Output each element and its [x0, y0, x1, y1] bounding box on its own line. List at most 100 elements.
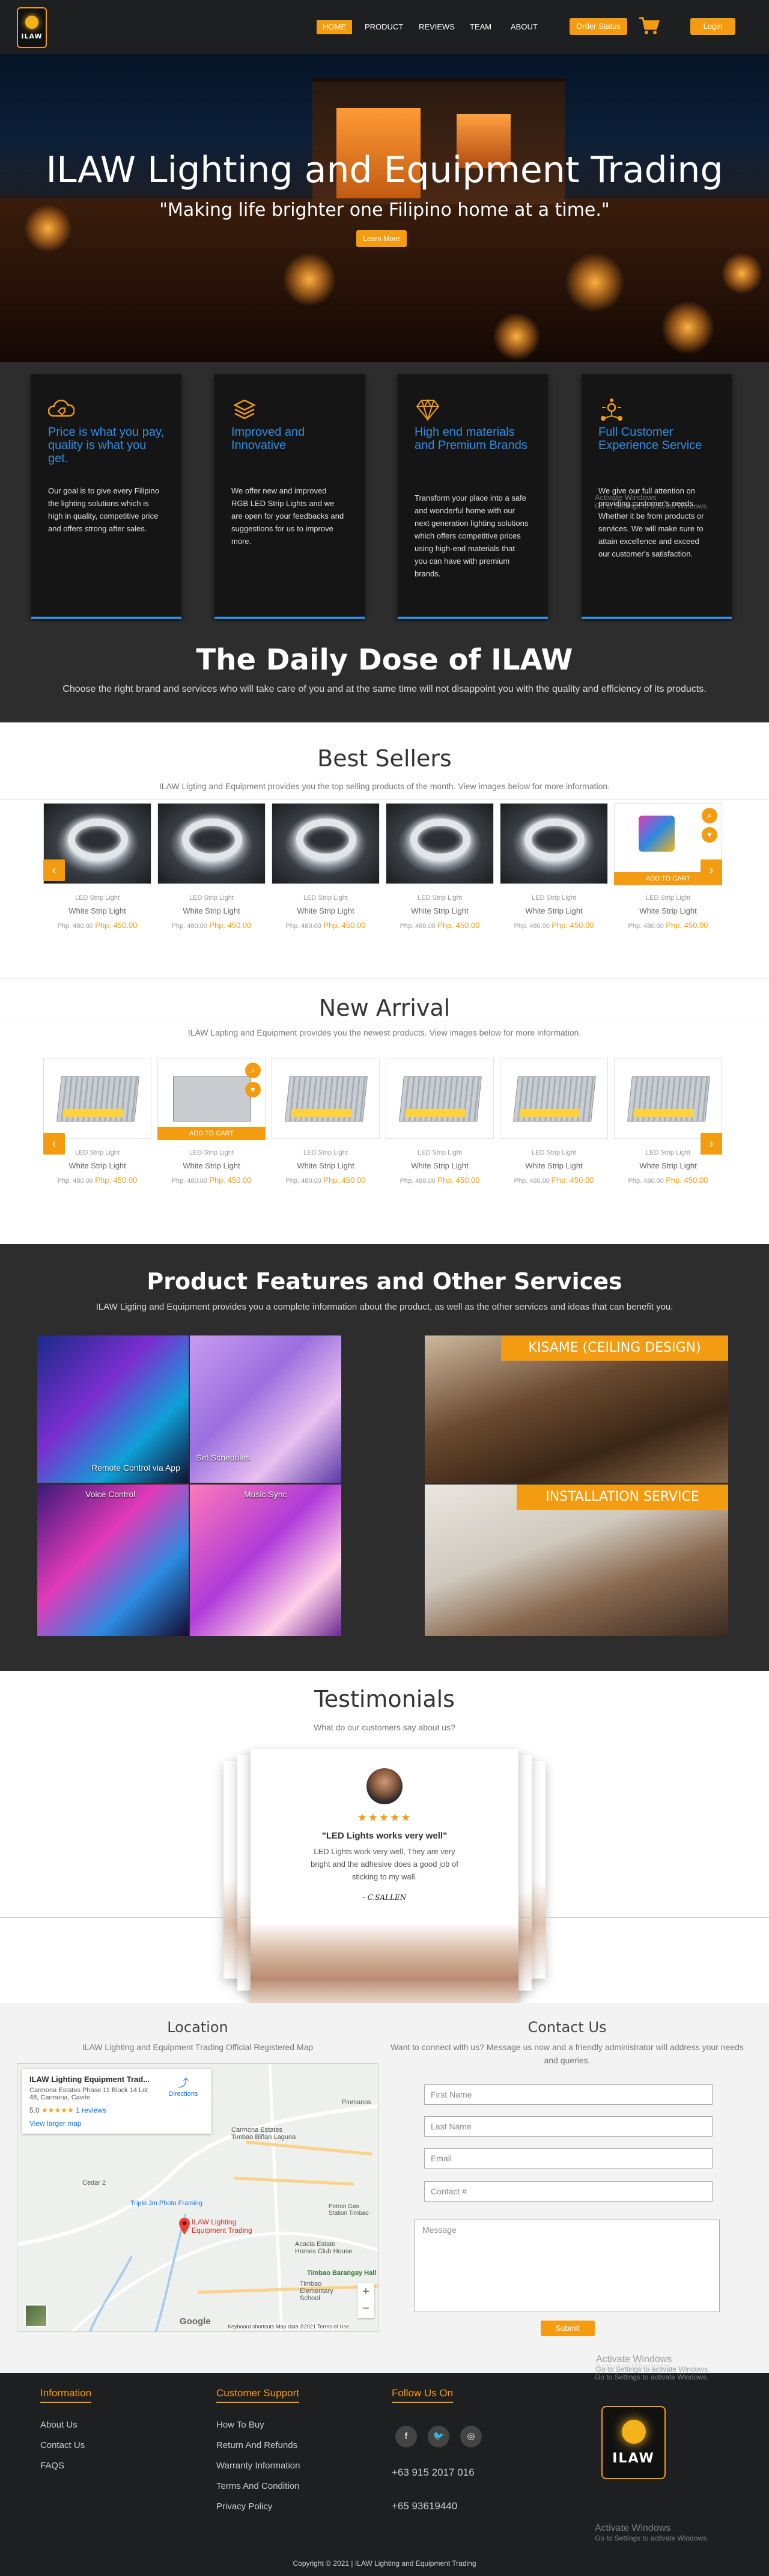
footer-link[interactable]: Privacy Policy: [216, 2501, 272, 2512]
carousel-prev-button[interactable]: ‹: [43, 859, 65, 881]
location-contact-section: Location ILAW Lighting and Equipment Tra…: [0, 2003, 769, 2373]
search-icon[interactable]: ⌕: [702, 808, 717, 823]
best-sellers-title: Best Sellers: [317, 745, 452, 772]
map-zoom-control[interactable]: + −: [357, 2283, 374, 2318]
zoom-out-button[interactable]: −: [357, 2300, 374, 2317]
order-status-button[interactable]: Order Status: [570, 18, 627, 35]
footer-information-heading: Information: [40, 2387, 92, 2403]
product-name[interactable]: White Strip Light: [43, 1161, 151, 1170]
product-card[interactable]: LED Strip Light White Strip Light Php. 480…: [500, 803, 608, 953]
nav-product[interactable]: PRODUCT: [359, 20, 409, 34]
old-price: Php. 480.00: [57, 1177, 93, 1185]
product-price: Php. 480.00 Php. 450.00: [386, 921, 494, 930]
product-name[interactable]: White Strip Light: [386, 1161, 494, 1170]
product-image[interactable]: [272, 803, 380, 884]
product-image[interactable]: [500, 803, 608, 884]
submit-button[interactable]: Submit: [541, 2321, 595, 2336]
message-field[interactable]: Message: [415, 2220, 720, 2312]
product-price: Php. 480.00 Php. 450.00: [614, 1176, 722, 1185]
contact-number-field[interactable]: Contact #: [424, 2181, 713, 2202]
footer: Information About Us Contact Us FAQS Cus…: [0, 2362, 769, 2576]
product-image[interactable]: [386, 803, 494, 884]
login-button[interactable]: Login: [690, 18, 735, 35]
product-name[interactable]: White Strip Light: [157, 906, 266, 915]
product-image[interactable]: [272, 1058, 380, 1139]
instagram-icon[interactable]: ◎: [460, 2426, 482, 2447]
footer-link[interactable]: FAQS: [40, 2461, 64, 2471]
product-name[interactable]: White Strip Light: [272, 906, 380, 915]
product-name[interactable]: White Strip Light: [157, 1161, 266, 1170]
product-card[interactable]: LED Strip Light White Strip Light Php. 480…: [386, 803, 494, 953]
map-footer-text[interactable]: Keyboard shortcuts: [228, 2324, 275, 2330]
hero-light: [661, 301, 715, 355]
feature-title: Full Customer Experience Service: [598, 426, 702, 452]
footer-link[interactable]: Return And Refunds: [216, 2440, 297, 2450]
product-card[interactable]: LED Strip Light White Strip Light Php. 480…: [157, 803, 266, 953]
footer-link[interactable]: About Us: [40, 2420, 78, 2430]
product-category: LED Strip Light: [418, 894, 462, 902]
cart-icon[interactable]: [638, 16, 660, 36]
directions-button[interactable]: ⤴ Directions: [165, 2075, 201, 2098]
product-card[interactable]: LED Strip Light White Strip Light Php. 480…: [272, 803, 380, 953]
carousel-next-button[interactable]: ›: [701, 1133, 722, 1155]
feature-tile[interactable]: Music Sync: [190, 1485, 341, 1636]
add-to-cart-button[interactable]: ADD TO CART: [157, 1127, 266, 1140]
product-image[interactable]: [43, 1058, 151, 1139]
feature-tile[interactable]: Remote Control via App: [37, 1335, 189, 1483]
satellite-toggle[interactable]: [25, 2304, 47, 2327]
daily-subtitle: Choose the right brand and services who …: [62, 684, 707, 694]
map-label: Petron Gas Station Timbao: [329, 2203, 369, 2217]
product-card[interactable]: LED Strip Light White Strip Light Php. 480…: [500, 1058, 608, 1208]
installation-service[interactable]: INSTALLATION SERVICE: [425, 1485, 728, 1636]
product-name[interactable]: White Strip Light: [272, 1161, 380, 1170]
feature-tile[interactable]: Set Schedules: [190, 1335, 341, 1483]
product-price: Php. 480.00 Php. 450.00: [500, 1176, 608, 1185]
heart-icon[interactable]: ♥: [245, 1082, 261, 1097]
product-card[interactable]: LED Strip Light White Strip Light Php. 480…: [272, 1058, 380, 1208]
product-name[interactable]: White Strip Light: [614, 1161, 722, 1170]
product-name[interactable]: White Strip Light: [43, 906, 151, 915]
email-field[interactable]: Email: [424, 2148, 713, 2169]
twitter-icon[interactable]: 🐦: [428, 2426, 449, 2447]
product-image[interactable]: [386, 1058, 494, 1139]
nav-reviews[interactable]: REVIEWS: [413, 20, 461, 34]
footer-link[interactable]: Contact Us: [40, 2440, 85, 2450]
map-footer-text[interactable]: Terms of Use: [317, 2324, 349, 2330]
heart-icon[interactable]: ♥: [702, 827, 717, 843]
product-name[interactable]: White Strip Light: [500, 1161, 608, 1170]
footer-link[interactable]: Terms And Condition: [216, 2481, 299, 2491]
product-image[interactable]: [500, 1058, 608, 1139]
map-reviews-link[interactable]: 1 reviews: [76, 2106, 106, 2114]
view-larger-map-link[interactable]: View larger map: [29, 2119, 81, 2128]
search-icon[interactable]: ⌕: [245, 1063, 261, 1078]
kisame-service[interactable]: KISAME (CEILING DESIGN): [425, 1335, 728, 1483]
product-image[interactable]: [614, 1058, 722, 1139]
old-price: Php. 480.00: [400, 923, 436, 930]
carousel-prev-button[interactable]: ‹: [43, 1133, 65, 1155]
nav-home[interactable]: HOME: [317, 20, 352, 34]
learn-more-button[interactable]: Learn More: [356, 230, 407, 247]
map-pin-icon: [179, 2218, 190, 2235]
product-name[interactable]: White Strip Light: [614, 906, 722, 915]
logo[interactable]: ILAW: [17, 7, 47, 48]
product-name[interactable]: White Strip Light: [500, 906, 608, 915]
first-name-field[interactable]: First Name: [424, 2084, 713, 2105]
facebook-icon[interactable]: f: [395, 2426, 417, 2447]
feature-tile[interactable]: Voice Control: [37, 1485, 189, 1636]
map-label: Timbao Barangay Hall: [307, 2269, 377, 2277]
nav-about[interactable]: ABOUT: [505, 20, 544, 34]
best-sellers-subtitle: ILAW Ligting and Equipment provides you …: [159, 781, 610, 791]
nav-team[interactable]: TEAM: [464, 20, 497, 34]
product-card[interactable]: LED Strip Light White Strip Light Php. 480…: [386, 1058, 494, 1208]
zoom-in-button[interactable]: +: [357, 2283, 374, 2300]
product-card[interactable]: ⌕ ♥ ADD TO CART LED Strip Light White Strip …: [157, 1058, 266, 1208]
product-name[interactable]: White Strip Light: [386, 906, 494, 915]
old-price: Php. 480.00: [514, 1177, 550, 1185]
last-name-field[interactable]: Last Name: [424, 2116, 713, 2137]
google-map[interactable]: ILAW Lighting Equipment Trad... Carmona …: [17, 2063, 378, 2332]
product-image[interactable]: [157, 803, 266, 884]
footer-link[interactable]: How To Buy: [216, 2420, 264, 2430]
carousel-next-button[interactable]: ›: [701, 859, 722, 881]
divider: [0, 978, 769, 979]
footer-link[interactable]: Warranty Information: [216, 2461, 300, 2471]
